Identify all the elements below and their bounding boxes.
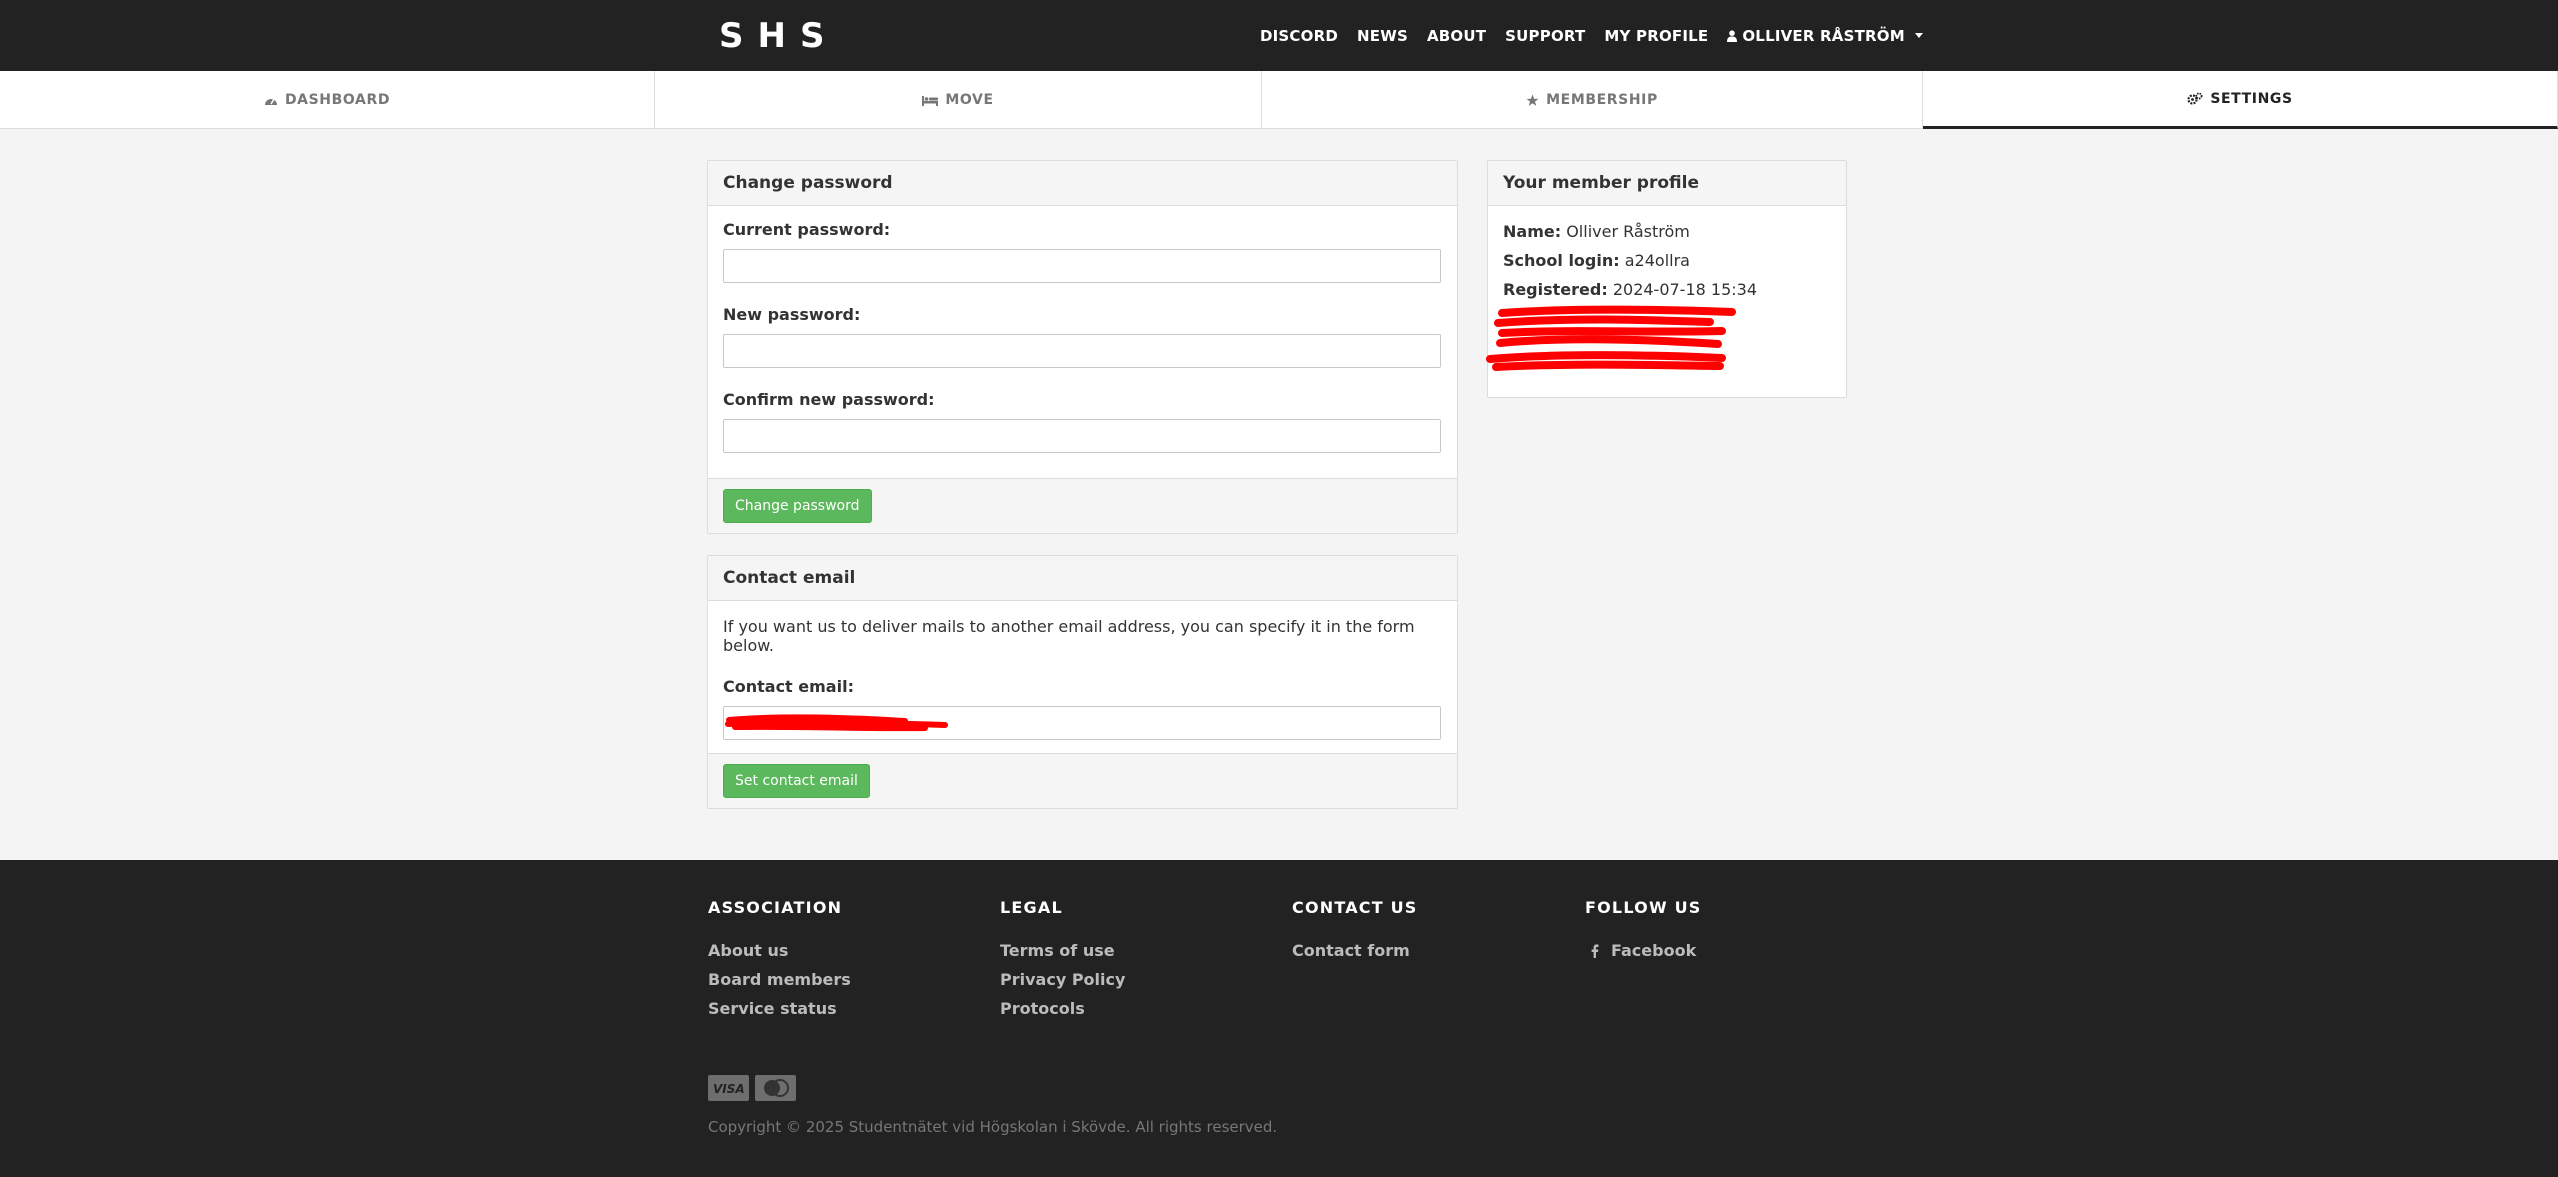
user-icon: [1727, 29, 1738, 42]
footer-link-about-us[interactable]: About us: [708, 941, 851, 960]
footer-facebook-label: Facebook: [1611, 941, 1697, 960]
bed-icon: [922, 95, 939, 106]
confirm-password-input[interactable]: [723, 419, 1441, 453]
footer-link-terms[interactable]: Terms of use: [1000, 941, 1125, 960]
footer-link-facebook[interactable]: Facebook: [1585, 941, 1702, 960]
change-password-footer: Change password: [708, 478, 1457, 533]
member-profile-title: Your member profile: [1488, 161, 1846, 206]
nav-support[interactable]: SUPPORT: [1505, 27, 1585, 45]
member-profile-panel: Your member profile Name: Olliver Råströ…: [1486, 160, 1847, 398]
star-icon: [1526, 94, 1539, 106]
cogs-icon: [2187, 92, 2203, 105]
facebook-icon: [1591, 943, 1599, 958]
footer-legal: LEGAL Terms of use Privacy Policy Protoc…: [1000, 898, 1125, 1028]
tab-settings[interactable]: SETTINGS: [1923, 71, 2558, 129]
user-menu-label: OLLIVER RÅSTRÖM: [1742, 26, 1905, 45]
footer-association: ASSOCIATION About us Board members Servi…: [708, 898, 851, 1028]
contact-email-help: If you want us to deliver mails to anoth…: [723, 617, 1415, 655]
current-password-input[interactable]: [723, 249, 1441, 283]
footer-follow-title: FOLLOW US: [1585, 898, 1702, 917]
copyright-text: Copyright © 2025 Studentnätet vid Högsko…: [708, 1118, 1278, 1136]
change-password-title: Change password: [708, 161, 1457, 206]
nav-news[interactable]: NEWS: [1357, 27, 1408, 45]
profile-registered-label: Registered:: [1503, 280, 1608, 299]
profile-registered: Registered: 2024-07-18 15:34: [1503, 280, 1831, 299]
profile-registered-value: 2024-07-18 15:34: [1612, 280, 1758, 299]
redaction-scribble: [725, 714, 948, 732]
tab-bar: DASHBOARD MOVE MEMBERSHIP SETTINGS: [0, 71, 2558, 129]
footer-contact: CONTACT US Contact form: [1292, 898, 1418, 970]
contact-email-title: Contact email: [708, 556, 1457, 601]
visa-card-icon: VISA: [708, 1075, 749, 1101]
footer-link-protocols[interactable]: Protocols: [1000, 999, 1125, 1018]
dashboard-icon: [264, 98, 277, 105]
change-password-form: Current password: New password: Confirm …: [708, 206, 1457, 467]
contact-email-field-wrap: [723, 706, 1442, 740]
footer-link-board-members[interactable]: Board members: [708, 970, 851, 989]
contact-email-form: If you want us to deliver mails to anoth…: [708, 601, 1457, 754]
tab-move-label: MOVE: [945, 92, 994, 108]
user-menu[interactable]: OLLIVER RÅSTRÖM: [1727, 27, 1923, 45]
contact-email-footer: Set contact email: [708, 753, 1457, 808]
tab-settings-label: SETTINGS: [2210, 90, 2293, 107]
svg-text:SHS: SHS: [719, 18, 838, 52]
profile-login-value: a24ollra: [1624, 251, 1690, 270]
contact-email-label: Contact email:: [723, 677, 854, 696]
profile-name: Name: Olliver Råström: [1503, 222, 1831, 241]
confirm-password-label: Confirm new password:: [723, 390, 935, 409]
profile-login: School login: a24ollra: [1503, 251, 1831, 270]
footer-link-contact-form[interactable]: Contact form: [1292, 941, 1418, 960]
profile-name-label: Name:: [1503, 222, 1562, 241]
nav-about[interactable]: ABOUT: [1427, 27, 1486, 45]
footer-association-title: ASSOCIATION: [708, 898, 843, 917]
tab-membership-label: MEMBERSHIP: [1546, 92, 1658, 108]
new-password-input[interactable]: [723, 334, 1441, 368]
nav-discord[interactable]: DISCORD: [1260, 27, 1338, 45]
footer-legal-title: LEGAL: [1000, 898, 1063, 917]
svg-text:VISA: VISA: [713, 1082, 745, 1095]
site-footer: ASSOCIATION About us Board members Servi…: [0, 860, 2558, 1177]
payment-cards: VISA: [708, 1075, 796, 1101]
tab-dashboard[interactable]: DASHBOARD: [0, 71, 655, 129]
tab-membership[interactable]: MEMBERSHIP: [1262, 71, 1923, 129]
profile-login-label: School login:: [1503, 251, 1620, 270]
tab-dashboard-label: DASHBOARD: [284, 92, 391, 108]
change-password-panel: Change password Current password: New pa…: [707, 160, 1458, 534]
tab-move[interactable]: MOVE: [655, 71, 1262, 129]
footer-link-privacy[interactable]: Privacy Policy: [1000, 970, 1125, 989]
mastercard-icon: [755, 1075, 796, 1101]
profile-name-value: Olliver Råström: [1566, 222, 1690, 241]
footer-contact-title: CONTACT US: [1292, 898, 1418, 917]
top-navbar: SHS DISCORD NEWS ABOUT SUPPORT MY PROFIL…: [0, 0, 2558, 71]
new-password-label: New password:: [723, 305, 861, 324]
caret-down-icon: [1914, 33, 1923, 38]
current-password-label: Current password:: [723, 220, 891, 239]
nav-my-profile[interactable]: MY PROFILE: [1604, 27, 1708, 45]
footer-follow: FOLLOW US Facebook: [1585, 898, 1702, 970]
contact-email-panel: Contact email If you want us to deliver …: [707, 555, 1458, 809]
redaction-scribble: [1486, 305, 1736, 371]
footer-link-service-status[interactable]: Service status: [708, 999, 851, 1018]
main-nav: DISCORD NEWS ABOUT SUPPORT MY PROFILE OL…: [1260, 0, 1942, 71]
change-password-button[interactable]: Change password: [723, 489, 872, 523]
shs-logo[interactable]: SHS: [719, 18, 873, 52]
set-contact-email-button[interactable]: Set contact email: [723, 764, 870, 798]
